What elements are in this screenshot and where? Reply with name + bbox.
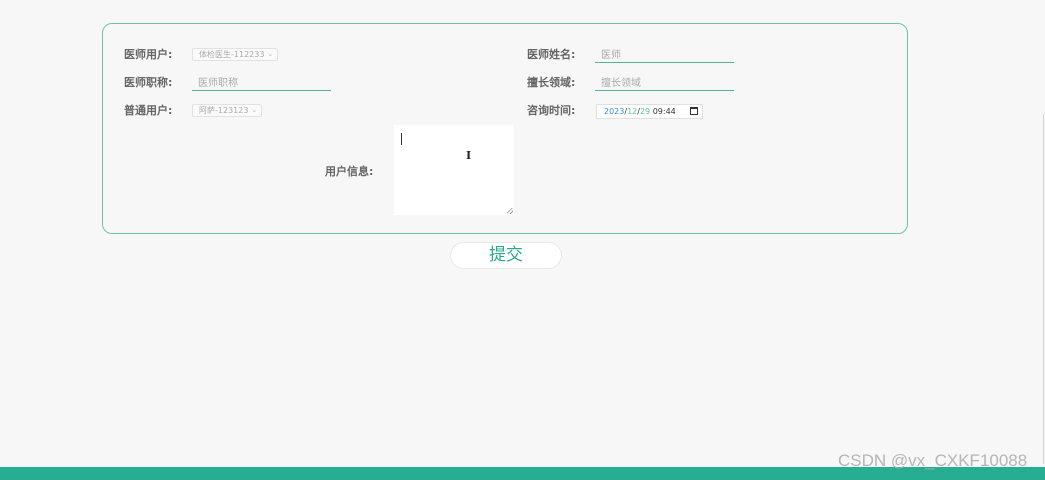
doctor-user-label: 医师用户:	[124, 48, 173, 61]
watermark: CSDN @vx_CXKF10088	[838, 451, 1028, 470]
doctor-user-select[interactable]: 体检医生-112233 ⌄	[192, 48, 279, 61]
scroll-edge-divider	[1043, 114, 1044, 464]
calendar-icon[interactable]	[690, 107, 698, 115]
date-year: 2023	[604, 107, 625, 116]
i-beam-cursor-icon: I	[466, 149, 472, 162]
date-day: 29	[639, 107, 651, 116]
submit-button[interactable]: 提交	[450, 242, 562, 269]
date-time: 09:44	[652, 107, 676, 116]
consult-datetime-input[interactable]: 2023/12/29 09:44	[596, 104, 703, 119]
normal-user-value: 阿萨-123123	[199, 106, 249, 115]
doctor-user-value: 体检医生-112233	[199, 50, 265, 59]
normal-user-label: 普通用户:	[124, 104, 173, 117]
chevron-down-icon: ⌄	[267, 50, 274, 58]
doctor-name-label: 医师姓名:	[527, 48, 576, 61]
consult-time-label: 咨询时间:	[527, 104, 576, 117]
doctor-title-label: 医师职称:	[124, 76, 173, 89]
doctor-title-input[interactable]: 医师职称	[192, 77, 331, 91]
resize-handle-icon[interactable]	[507, 208, 513, 214]
normal-user-select[interactable]: 阿萨-123123 ⌄	[192, 104, 263, 117]
specialty-input[interactable]: 擅长领域	[595, 77, 734, 91]
chevron-down-icon: ⌄	[251, 106, 258, 114]
consultation-form: 医师用户: 体检医生-112233 ⌄ 医师姓名: 医师 医师职称: 医师职称 …	[102, 23, 908, 234]
user-info-textarea[interactable]: I	[394, 125, 514, 215]
doctor-name-input[interactable]: 医师	[595, 49, 734, 63]
text-caret	[401, 133, 402, 145]
user-info-label: 用户信息:	[325, 165, 374, 178]
date-month: 12	[627, 107, 638, 116]
specialty-label: 擅长领域:	[527, 76, 576, 89]
